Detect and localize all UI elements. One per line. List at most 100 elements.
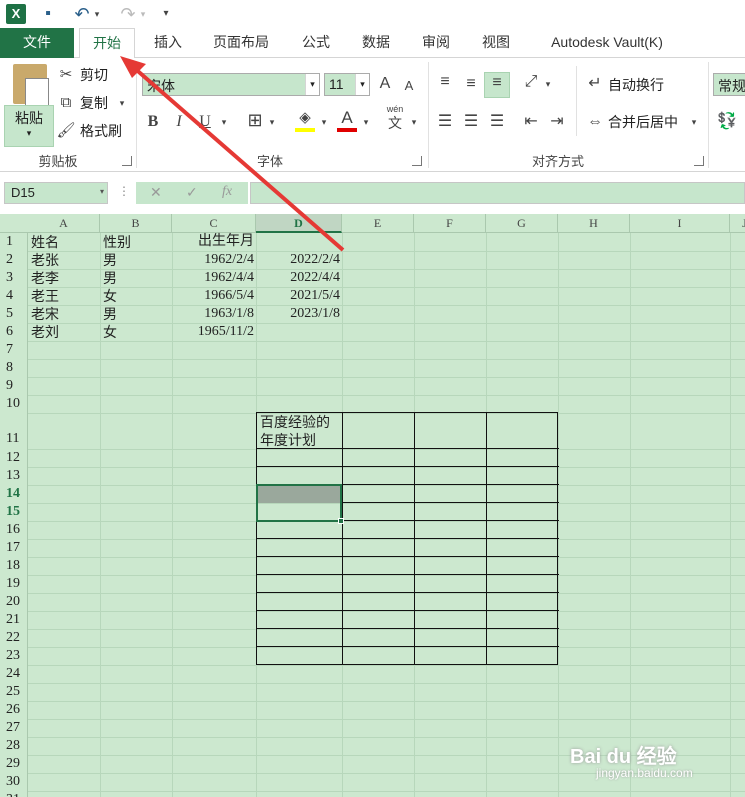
cell-c4[interactable]: 1966/5/4 (172, 287, 256, 305)
enter-icon[interactable]: ✓ (186, 184, 198, 201)
formula-bar-grip-icon[interactable]: ⋮ (118, 184, 130, 198)
row-header-28[interactable]: 28 (0, 737, 28, 755)
undo-dropdown-icon[interactable]: ▾ (92, 4, 102, 24)
cell-c3[interactable]: 1962/4/4 (172, 269, 256, 287)
cell-a4[interactable]: 老王 (28, 287, 100, 305)
row-header-21[interactable]: 21 (0, 611, 28, 629)
name-box[interactable]: D15 ▾ (4, 182, 108, 204)
merge-center-dropdown-icon[interactable]: ▾ (688, 112, 700, 132)
font-color-dropdown-icon[interactable]: ▾ (360, 112, 372, 132)
tab-home[interactable]: 开始 (79, 28, 135, 59)
column-header-g[interactable]: G (486, 214, 558, 233)
row-header-12[interactable]: 12 (0, 449, 28, 467)
undo-icon[interactable]: ↶ (72, 4, 92, 24)
copy-dropdown-icon[interactable]: ▾ (116, 93, 128, 113)
orientation-icon[interactable]: ⤢ (520, 72, 542, 92)
cell-b3[interactable]: 男 (100, 269, 172, 287)
wrap-text-icon[interactable]: ↵ (584, 74, 606, 94)
tab-file[interactable]: 文件 (0, 28, 74, 58)
column-header-e[interactable]: E (342, 214, 414, 233)
paste-button[interactable]: 粘贴 ▾ (4, 105, 54, 147)
bold-button[interactable]: B (144, 112, 162, 132)
cell-d2[interactable]: 2022/2/4 (256, 251, 342, 269)
row-header-25[interactable]: 25 (0, 683, 28, 701)
paste-clipboard-icon[interactable] (13, 64, 49, 108)
merge-center-icon[interactable]: ⇔ (584, 112, 606, 132)
row-header-22[interactable]: 22 (0, 629, 28, 647)
cell-d3[interactable]: 2022/4/4 (256, 269, 342, 287)
font-size-combo[interactable]: 11 ▾ (324, 73, 370, 96)
cancel-icon[interactable]: ✕ (150, 184, 162, 201)
increase-indent-icon[interactable]: ⇥ (546, 112, 568, 132)
cut-button[interactable]: 剪切 (80, 65, 108, 85)
copy-icon[interactable]: ⧉ (56, 93, 76, 113)
row-header-23[interactable]: 23 (0, 647, 28, 665)
row-header-27[interactable]: 27 (0, 719, 28, 737)
cell-a3[interactable]: 老李 (28, 269, 100, 287)
font-launcher-icon[interactable] (412, 156, 422, 166)
middle-align-icon[interactable]: ≡ (460, 74, 482, 94)
column-header-f[interactable]: F (414, 214, 486, 233)
tab-page-layout[interactable]: 页面布局 (206, 28, 276, 58)
redo-dropdown-icon[interactable]: ▾ (138, 4, 148, 24)
phonetic-dropdown-icon[interactable]: ▾ (408, 112, 420, 132)
row-header-11[interactable]: 11 (0, 413, 28, 449)
underline-button[interactable]: U (196, 112, 214, 132)
table-title-line2[interactable]: 年度计划 (257, 431, 316, 449)
row-header-17[interactable]: 17 (0, 539, 28, 557)
cell-c6[interactable]: 1965/11/2 (172, 323, 256, 341)
column-header-d[interactable]: D (256, 214, 342, 233)
row-header-19[interactable]: 19 (0, 575, 28, 593)
align-center-icon[interactable]: ☰ (460, 112, 482, 132)
cell-c5[interactable]: 1963/1/8 (172, 305, 256, 323)
row-header-9[interactable]: 9 (0, 377, 28, 395)
save-icon[interactable]: ▪ (38, 4, 58, 24)
font-size-dropdown-icon[interactable]: ▾ (355, 74, 369, 95)
copy-button[interactable]: 复制 (80, 93, 108, 113)
column-header-a[interactable]: A (28, 214, 100, 233)
paste-dropdown-icon[interactable]: ▾ (5, 128, 53, 139)
row-header-18[interactable]: 18 (0, 557, 28, 575)
accounting-format-icon[interactable]: 💱 (716, 112, 738, 132)
cell-d6[interactable] (256, 323, 342, 341)
column-header-b[interactable]: B (100, 214, 172, 233)
row-header-30[interactable]: 30 (0, 773, 28, 791)
font-name-dropdown-icon[interactable]: ▾ (305, 74, 319, 95)
cell-a2[interactable]: 老张 (28, 251, 100, 269)
shrink-font-icon[interactable]: A (400, 76, 418, 96)
row-header-4[interactable]: 4 (0, 287, 28, 305)
merge-center-button[interactable]: 合并后居中 (608, 112, 678, 132)
row-header-14[interactable]: 14 (0, 485, 28, 503)
insert-function-button[interactable]: fx (222, 184, 232, 200)
fill-handle[interactable] (338, 518, 344, 524)
fill-color-dropdown-icon[interactable]: ▾ (318, 112, 330, 132)
cell-c2[interactable]: 1962/2/4 (172, 251, 256, 269)
cell-b4[interactable]: 女 (100, 287, 172, 305)
row-header-6[interactable]: 6 (0, 323, 28, 341)
orientation-dropdown-icon[interactable]: ▾ (542, 74, 554, 94)
bottom-align-icon[interactable]: ≡ (484, 72, 510, 98)
column-header-h[interactable]: H (558, 214, 630, 233)
grow-font-icon[interactable]: A (376, 74, 394, 94)
row-header-1[interactable]: 1 (0, 233, 28, 251)
row-header-7[interactable]: 7 (0, 341, 28, 359)
tab-view[interactable]: 视图 (476, 28, 516, 58)
cell-a1[interactable]: 姓名 (28, 233, 100, 251)
borders-dropdown-icon[interactable]: ▾ (266, 112, 278, 132)
font-name-combo[interactable]: 宋体 ▾ (142, 73, 320, 96)
underline-dropdown-icon[interactable]: ▾ (218, 112, 230, 132)
row-header-10[interactable]: 10 (0, 395, 28, 413)
row-header-2[interactable]: 2 (0, 251, 28, 269)
row-header-16[interactable]: 16 (0, 521, 28, 539)
fill-color-icon[interactable]: ◈ (294, 108, 316, 132)
row-header-24[interactable]: 24 (0, 665, 28, 683)
table-title-line1[interactable]: 百度经验的 (257, 413, 330, 431)
tab-insert[interactable]: 插入 (148, 28, 188, 58)
phonetic-guide-icon[interactable]: wén 文 (384, 104, 406, 132)
wrap-text-button[interactable]: 自动换行 (608, 75, 664, 95)
redo-icon[interactable]: ↷ (118, 4, 138, 24)
tab-autodesk-vault[interactable]: Autodesk Vault(K) (536, 28, 678, 58)
clipboard-launcher-icon[interactable] (122, 156, 132, 166)
row-header-31[interactable]: 31 (0, 791, 28, 797)
cell-d1[interactable] (256, 233, 342, 251)
